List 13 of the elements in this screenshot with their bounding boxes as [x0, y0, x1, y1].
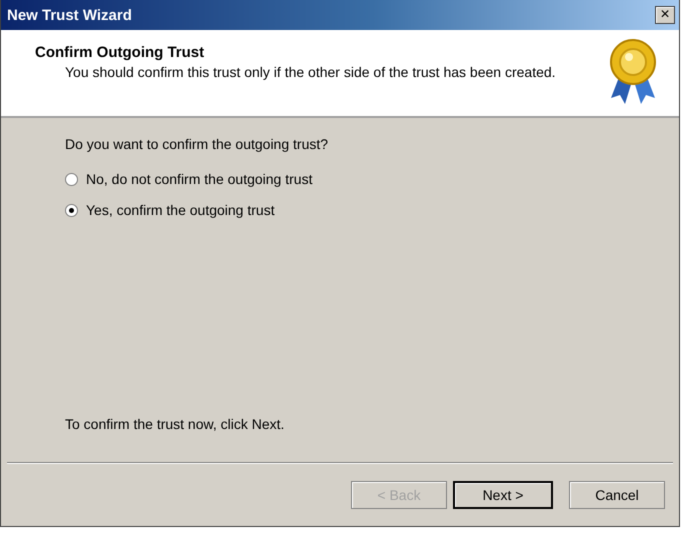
cancel-button[interactable]: Cancel [569, 481, 665, 509]
radio-button[interactable] [65, 204, 78, 216]
close-button[interactable]: × [655, 6, 675, 24]
option-label[interactable]: Yes, confirm the outgoing trust [86, 202, 275, 218]
page-title: Confirm Outgoing Trust [35, 44, 204, 61]
question-text: Do you want to confirm the outgoing trust? [65, 136, 328, 152]
next-button[interactable]: Next > [453, 481, 553, 509]
option-label[interactable]: No, do not confirm the outgoing trust [86, 171, 312, 187]
award-ribbon-icon [607, 38, 659, 106]
instruction-text: To confirm the trust now, click Next. [65, 416, 284, 432]
page-subtitle: You should confirm this trust only if the other side of the trust has been created. [65, 64, 557, 80]
radio-button[interactable] [65, 172, 78, 186]
window-title: New Trust Wizard [7, 6, 133, 24]
